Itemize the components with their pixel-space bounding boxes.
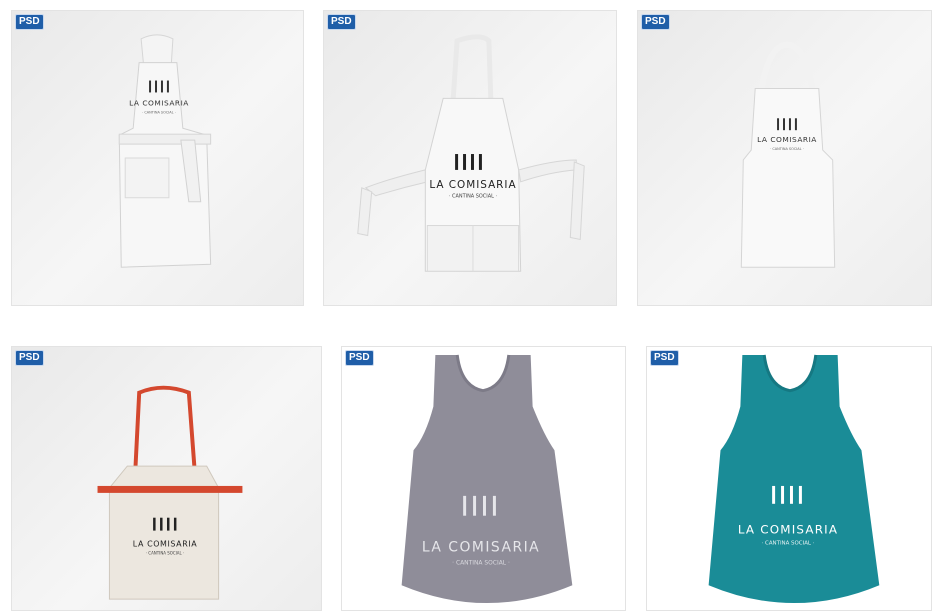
logo-text: LA COMISARIA <box>757 135 817 144</box>
mockup-card-2[interactable]: PSD LA COMISARIA · CANTINA SOCIAL · <box>323 10 617 306</box>
logo-text: LA COMISARIA <box>429 179 516 191</box>
psd-badge: PSD <box>641 14 670 30</box>
apron-icon: LA COMISARIA · CANTINA SOCIAL · <box>118 34 212 268</box>
logo-subtext: · CANTINA SOCIAL · <box>142 110 176 114</box>
psd-badge: PSD <box>650 350 679 366</box>
tank-top-icon: LA COMISARIA · CANTINA SOCIAL · <box>708 354 880 604</box>
psd-badge: PSD <box>345 350 374 366</box>
logo-subtext: · CANTINA SOCIAL · <box>146 550 184 555</box>
psd-badge: PSD <box>15 350 44 366</box>
tank-top-icon: LA COMISARIA · CANTINA SOCIAL · <box>401 354 573 604</box>
logo-text: LA COMISARIA <box>133 539 197 548</box>
apron-icon: LA COMISARIA · CANTINA SOCIAL · <box>357 34 585 272</box>
mockup-card-4[interactable]: PSD LA COMISARIA · CANTINA SOCIAL · <box>11 346 322 611</box>
logo-subtext: · CANTINA SOCIAL · <box>449 194 498 200</box>
logo-subtext: · CANTINA SOCIAL · <box>770 147 804 151</box>
apron-icon: LA COMISARIA · CANTINA SOCIAL · <box>740 41 836 268</box>
mockup-card-5[interactable]: PSD LA COMISARIA · CANTINA SOCIAL · <box>341 346 626 611</box>
logo-text: LA COMISARIA <box>738 523 838 537</box>
logo-text: LA COMISARIA <box>129 98 189 107</box>
logo-text: LA COMISARIA <box>422 539 540 555</box>
apron-icon: LA COMISARIA · CANTINA SOCIAL · <box>97 385 243 600</box>
mockup-card-6[interactable]: PSD LA COMISARIA · CANTINA SOCIAL · <box>646 346 932 611</box>
mockup-card-1[interactable]: PSD LA COMISARIA · CANTINA SOCIAL · <box>11 10 304 306</box>
mockup-card-3[interactable]: PSD LA COMISARIA · CANTINA SOCIAL · <box>637 10 932 306</box>
psd-badge: PSD <box>15 14 44 30</box>
psd-badge: PSD <box>327 14 356 30</box>
logo-subtext: · CANTINA SOCIAL · <box>452 559 510 566</box>
logo-subtext: · CANTINA SOCIAL · <box>762 540 815 546</box>
